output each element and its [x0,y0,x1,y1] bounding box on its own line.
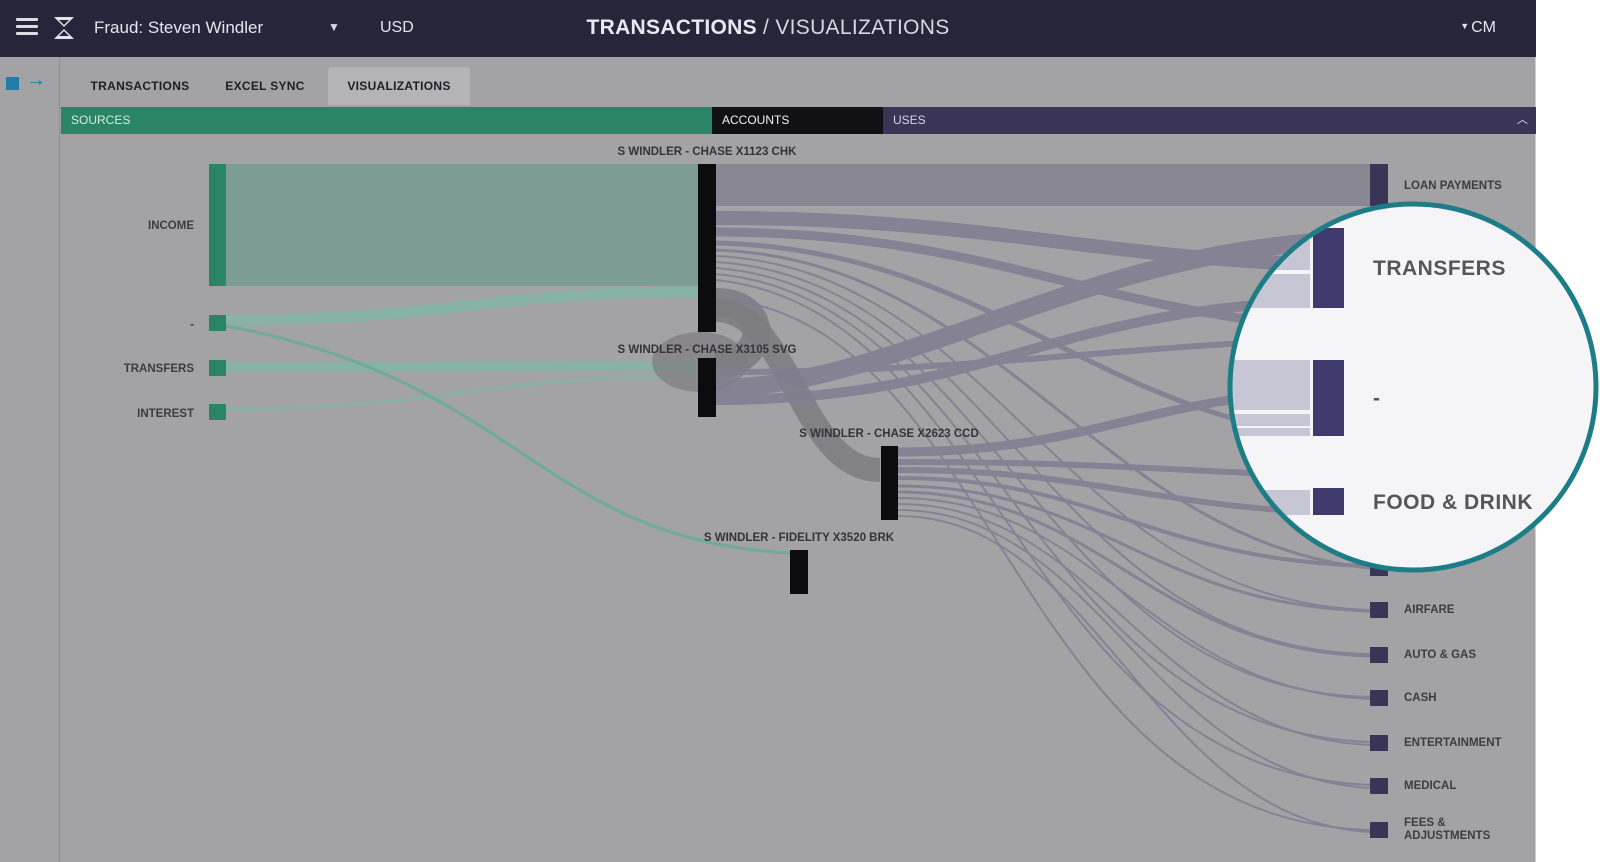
lens-flow-dash-c [1230,428,1310,436]
node-entertainment[interactable] [1370,735,1388,751]
flow-transfers-svg[interactable] [225,361,699,372]
node-transfers[interactable] [209,360,226,376]
label-fidelity-brk: S WINDLER - FIDELITY X3520 BRK [704,532,895,544]
flow-ccd-fees[interactable] [897,515,1371,833]
node-chase-ccd[interactable] [881,446,898,520]
label-chase-chk: S WINDLER - CHASE X1123 CHK [618,146,798,158]
label-loan-payments: LOAN PAYMENTS [1404,180,1502,192]
label-auto-gas: AUTO & GAS [1404,649,1476,661]
source-nodes [209,164,226,420]
node-fees[interactable] [1370,822,1388,838]
node-income[interactable] [209,164,226,286]
flow-dash-chk[interactable] [225,286,699,326]
sankey-chart: INCOME - TRANSFERS INTEREST S WINDLER - … [124,146,1599,842]
label-fees: FEES & ADJUSTMENTS [1404,817,1491,842]
lens-label-dash: - [1373,387,1380,410]
source-labels: INCOME - TRANSFERS INTEREST [124,220,195,420]
label-medical: MEDICAL [1404,780,1456,792]
node-interest[interactable] [209,404,226,420]
lens-label-food: FOOD & DRINK [1373,491,1533,514]
label-dash: - [190,319,194,331]
label-chase-svg: S WINDLER - CHASE X3105 SVG [618,344,797,356]
lens-node-transfers[interactable] [1313,228,1344,308]
lens-label-transfers: TRANSFERS [1373,257,1506,280]
label-cash: CASH [1404,692,1437,704]
node-airfare[interactable] [1370,602,1388,618]
label-transfers: TRANSFERS [124,363,195,375]
label-income: INCOME [148,220,194,232]
label-chase-ccd: S WINDLER - CHASE X2623 CCD [799,428,979,440]
node-chase-svg[interactable] [698,358,716,417]
label-interest: INTEREST [137,408,194,420]
flow-income-chk[interactable] [226,164,698,286]
node-fidelity-brk[interactable] [790,550,808,594]
lens-node-food[interactable] [1313,488,1344,515]
flow-chk-loan[interactable] [716,164,1370,206]
label-fees-line2: ADJUSTMENTS [1404,830,1491,842]
flow-ccd-entertainment[interactable] [897,503,1371,746]
node-dash[interactable] [209,315,226,331]
label-entertainment: ENTERTAINMENT [1404,737,1502,749]
node-auto-gas[interactable] [1370,647,1388,663]
flow-interest-svg[interactable] [225,374,699,411]
lens-node-dash[interactable] [1313,360,1344,436]
label-fees-line1: FEES & [1404,817,1446,829]
label-airfare: AIRFARE [1404,604,1455,616]
node-medical[interactable] [1370,778,1388,794]
node-cash[interactable] [1370,690,1388,706]
node-loan-payments[interactable] [1370,164,1388,206]
node-chase-chk[interactable] [698,164,716,332]
